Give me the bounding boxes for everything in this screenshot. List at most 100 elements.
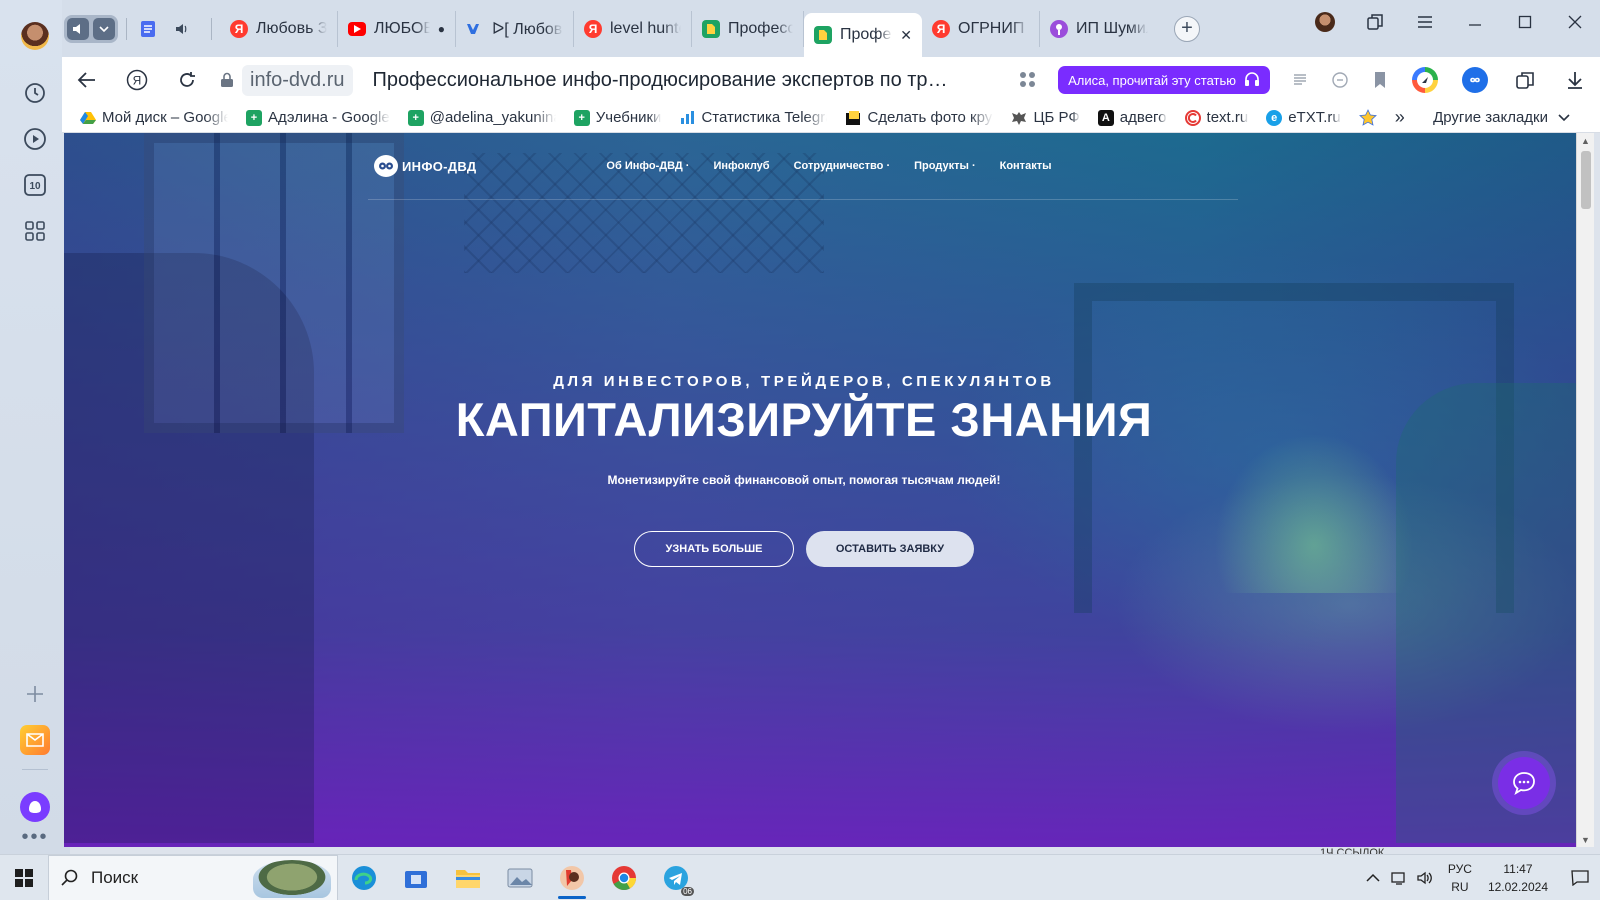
- tab-lyubov-youtube[interactable]: ЛЮБОВЬ ●: [338, 10, 456, 47]
- tab-ogrnip[interactable]: Я ОГРНИП З: [922, 10, 1040, 47]
- speaker-tab-icon[interactable]: [169, 16, 195, 42]
- bookmark-item[interactable]: + Адэлина - Google: [246, 109, 390, 126]
- translate-icon[interactable]: [1320, 57, 1360, 103]
- profile-avatar[interactable]: [21, 22, 49, 50]
- bookmark-item[interactable]: + Учебники: [573, 109, 661, 126]
- reload-icon[interactable]: [162, 57, 212, 103]
- menu-item-cooperation[interactable]: Сотрудничество ·: [794, 160, 891, 172]
- svg-text:Я: Я: [133, 74, 142, 88]
- headphones-icon: [1244, 71, 1260, 90]
- logo-text: ИНФО-ДВД: [402, 158, 477, 174]
- tab-profession-active[interactable]: Профессиона ✕: [804, 13, 922, 57]
- bookmark-item[interactable]: text.ru: [1184, 109, 1248, 126]
- lock-icon[interactable]: [214, 72, 240, 88]
- alice-read-article-button[interactable]: Алиса, прочитай эту статью: [1058, 66, 1270, 94]
- chat-widget-button[interactable]: [1498, 757, 1550, 809]
- chevron-up-icon[interactable]: [1360, 873, 1386, 883]
- more-dots-icon[interactable]: •••: [21, 827, 48, 847]
- windows-start-icon[interactable]: [0, 855, 48, 900]
- menu-item-products[interactable]: Продукты ·: [914, 160, 975, 172]
- tab-ip-shumil[interactable]: ИП Шумил: [1040, 11, 1158, 47]
- bookmark-item[interactable]: ЦБ РФ: [1011, 109, 1080, 126]
- bookmark-item[interactable]: Мой диск – Google: [80, 109, 228, 126]
- account-avatar-icon[interactable]: [1300, 0, 1350, 44]
- history-icon[interactable]: [18, 76, 52, 110]
- edge-icon[interactable]: [338, 855, 390, 900]
- page-scrollbar[interactable]: ▲ ▼: [1576, 133, 1594, 847]
- language-indicator[interactable]: РУС RU: [1448, 860, 1472, 896]
- infinity-extension-icon[interactable]: [1450, 57, 1500, 103]
- windows-store-icon[interactable]: [390, 855, 442, 900]
- bookmark-icon[interactable]: [1360, 57, 1400, 103]
- menu-item-infoclub[interactable]: Инфоклуб: [713, 160, 769, 172]
- bookmark-label: адвего: [1119, 109, 1167, 126]
- reader-mode-icon[interactable]: [1280, 57, 1320, 103]
- star-bookmark-icon[interactable]: [1358, 108, 1377, 127]
- yandex-icon: Я: [584, 19, 602, 38]
- minimize-icon[interactable]: [1450, 0, 1500, 44]
- leave-request-button[interactable]: ОСТАВИТЬ ЗАЯВКУ: [806, 531, 974, 567]
- video-play-icon[interactable]: [18, 122, 52, 156]
- bookmark-item[interactable]: Сделать фото круглым: [845, 109, 993, 126]
- collections-icon[interactable]: [1350, 0, 1400, 44]
- pinned-tab-group[interactable]: [64, 14, 118, 43]
- search-icon: [61, 869, 78, 886]
- download-icon[interactable]: [1550, 57, 1600, 103]
- photos-app-icon[interactable]: [494, 855, 546, 900]
- taskbar-search[interactable]: Поиск: [48, 854, 338, 900]
- close-window-icon[interactable]: [1550, 0, 1600, 44]
- hero-buttons: УЗНАТЬ БОЛЬШЕ ОСТАВИТЬ ЗАЯВКУ: [64, 531, 1544, 567]
- scroll-down-icon[interactable]: ▼: [1581, 835, 1590, 845]
- bookmark-item[interactable]: e eTXT.ru: [1266, 109, 1341, 126]
- alice-icon[interactable]: [20, 792, 50, 822]
- hero-section: ДЛЯ ИНВЕСТОРОВ, ТРЕЙДЕРОВ, СПЕКУЛЯНТОВ К…: [64, 373, 1544, 567]
- page-title[interactable]: Профессиональное инфо-продюсирование экс…: [373, 69, 953, 92]
- add-panel-icon[interactable]: [18, 677, 52, 711]
- docs-tab-icon[interactable]: [135, 16, 161, 42]
- network-icon[interactable]: [1386, 870, 1412, 886]
- bookmark-label: eTXT.ru: [1288, 109, 1341, 126]
- learn-more-button[interactable]: УЗНАТЬ БОЛЬШЕ: [634, 531, 794, 567]
- sound-icon[interactable]: [67, 17, 89, 40]
- bookmark-item[interactable]: + @adelina_yakunina: [407, 109, 556, 126]
- extensions-dots-icon[interactable]: [1008, 57, 1048, 103]
- clock[interactable]: 11:47 12.02.2024: [1488, 860, 1548, 896]
- new-tab-button[interactable]: +: [1174, 15, 1200, 42]
- telegram-icon[interactable]: 06: [650, 855, 702, 900]
- site-logo[interactable]: ИНФО-ДВД: [374, 155, 476, 177]
- yandex-home-icon[interactable]: Я: [112, 57, 162, 103]
- scroll-up-icon[interactable]: ▲: [1581, 136, 1590, 146]
- compass-extension-icon[interactable]: [1400, 57, 1450, 103]
- back-icon[interactable]: [62, 57, 112, 103]
- copy-tabs-icon[interactable]: [1500, 57, 1550, 103]
- tab-label: Любовь З: [256, 19, 327, 37]
- file-explorer-icon[interactable]: [442, 855, 494, 900]
- numbered-badge-icon[interactable]: 10: [18, 168, 52, 202]
- other-bookmarks-button[interactable]: Другие закладки: [1433, 109, 1570, 126]
- search-placeholder: Поиск: [91, 867, 139, 887]
- maximize-icon[interactable]: [1500, 0, 1550, 44]
- chevron-down-icon[interactable]: [93, 17, 115, 40]
- close-tab-icon[interactable]: ✕: [900, 27, 912, 44]
- more-bookmarks-button[interactable]: »: [1395, 107, 1405, 128]
- volume-icon[interactable]: [1412, 870, 1438, 886]
- mail-icon[interactable]: [20, 725, 50, 755]
- tab-label: Профессиона: [728, 19, 793, 37]
- tab-lyubov-vk[interactable]: ᐅ[ Любовь: [456, 10, 574, 47]
- menu-icon[interactable]: [1400, 0, 1450, 44]
- yandex-browser-taskbar-icon[interactable]: [546, 855, 598, 900]
- bookmark-item[interactable]: Статистика Telegram: [679, 109, 827, 126]
- menu-item-contacts[interactable]: Контакты: [1000, 160, 1052, 172]
- notifications-icon[interactable]: [1560, 869, 1600, 886]
- etxt-icon: e: [1266, 109, 1283, 126]
- apps-grid-icon[interactable]: [18, 214, 52, 248]
- domain-label[interactable]: info-dvd.ru: [242, 64, 353, 96]
- bookmark-item[interactable]: A адвего: [1097, 109, 1167, 126]
- scroll-thumb[interactable]: [1581, 151, 1591, 209]
- menu-item-about[interactable]: Об Инфо-ДВД ·: [606, 160, 689, 172]
- tab-lyubov-yandex[interactable]: Я Любовь З: [220, 10, 338, 47]
- windows-taskbar: Поиск 06 РУС RU 11:47 12.02.2024: [0, 854, 1600, 900]
- tab-profession-1[interactable]: Профессиона: [692, 10, 804, 47]
- tab-level-hunter[interactable]: Я level hunter: [574, 10, 692, 47]
- chrome-icon[interactable]: [598, 855, 650, 900]
